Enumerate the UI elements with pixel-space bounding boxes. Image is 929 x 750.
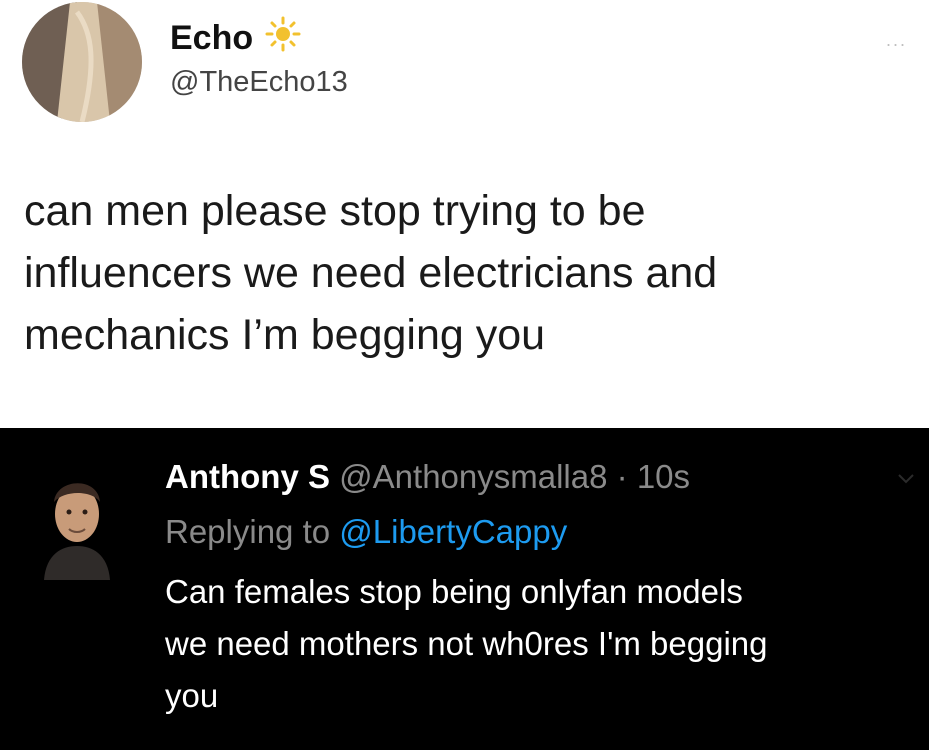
replying-prefix: Replying to [165,513,340,550]
original-tweet: Echo @TheEcho13 ... can men please stop … [0,0,929,428]
sun-icon [261,16,305,61]
chevron-down-icon[interactable] [897,472,915,490]
more-icon[interactable]: ... [886,30,907,51]
reply-separator: · [616,458,628,495]
tweet-text: can men please stop trying to be influen… [24,187,718,359]
avatar[interactable] [22,2,142,122]
reply-tweet: Anthony S @Anthonysmalla8 · 10s Replying… [0,428,929,750]
replying-handle-link[interactable]: @LibertyCappy [339,513,567,550]
user-handle[interactable]: @TheEcho13 [170,66,348,99]
reply-header: Anthony S @Anthonysmalla8 · 10s [165,458,690,496]
reply-user-handle[interactable]: @Anthonysmalla8 [339,458,607,495]
reply-user-name[interactable]: Anthony S [165,458,330,495]
reply-text: Can females stop being onlyfan models we… [165,573,768,714]
replying-to: Replying to @LibertyCappy [165,513,567,551]
reply-time[interactable]: 10s [637,458,690,495]
user-name[interactable]: Echo [170,16,305,61]
avatar[interactable] [34,462,120,580]
